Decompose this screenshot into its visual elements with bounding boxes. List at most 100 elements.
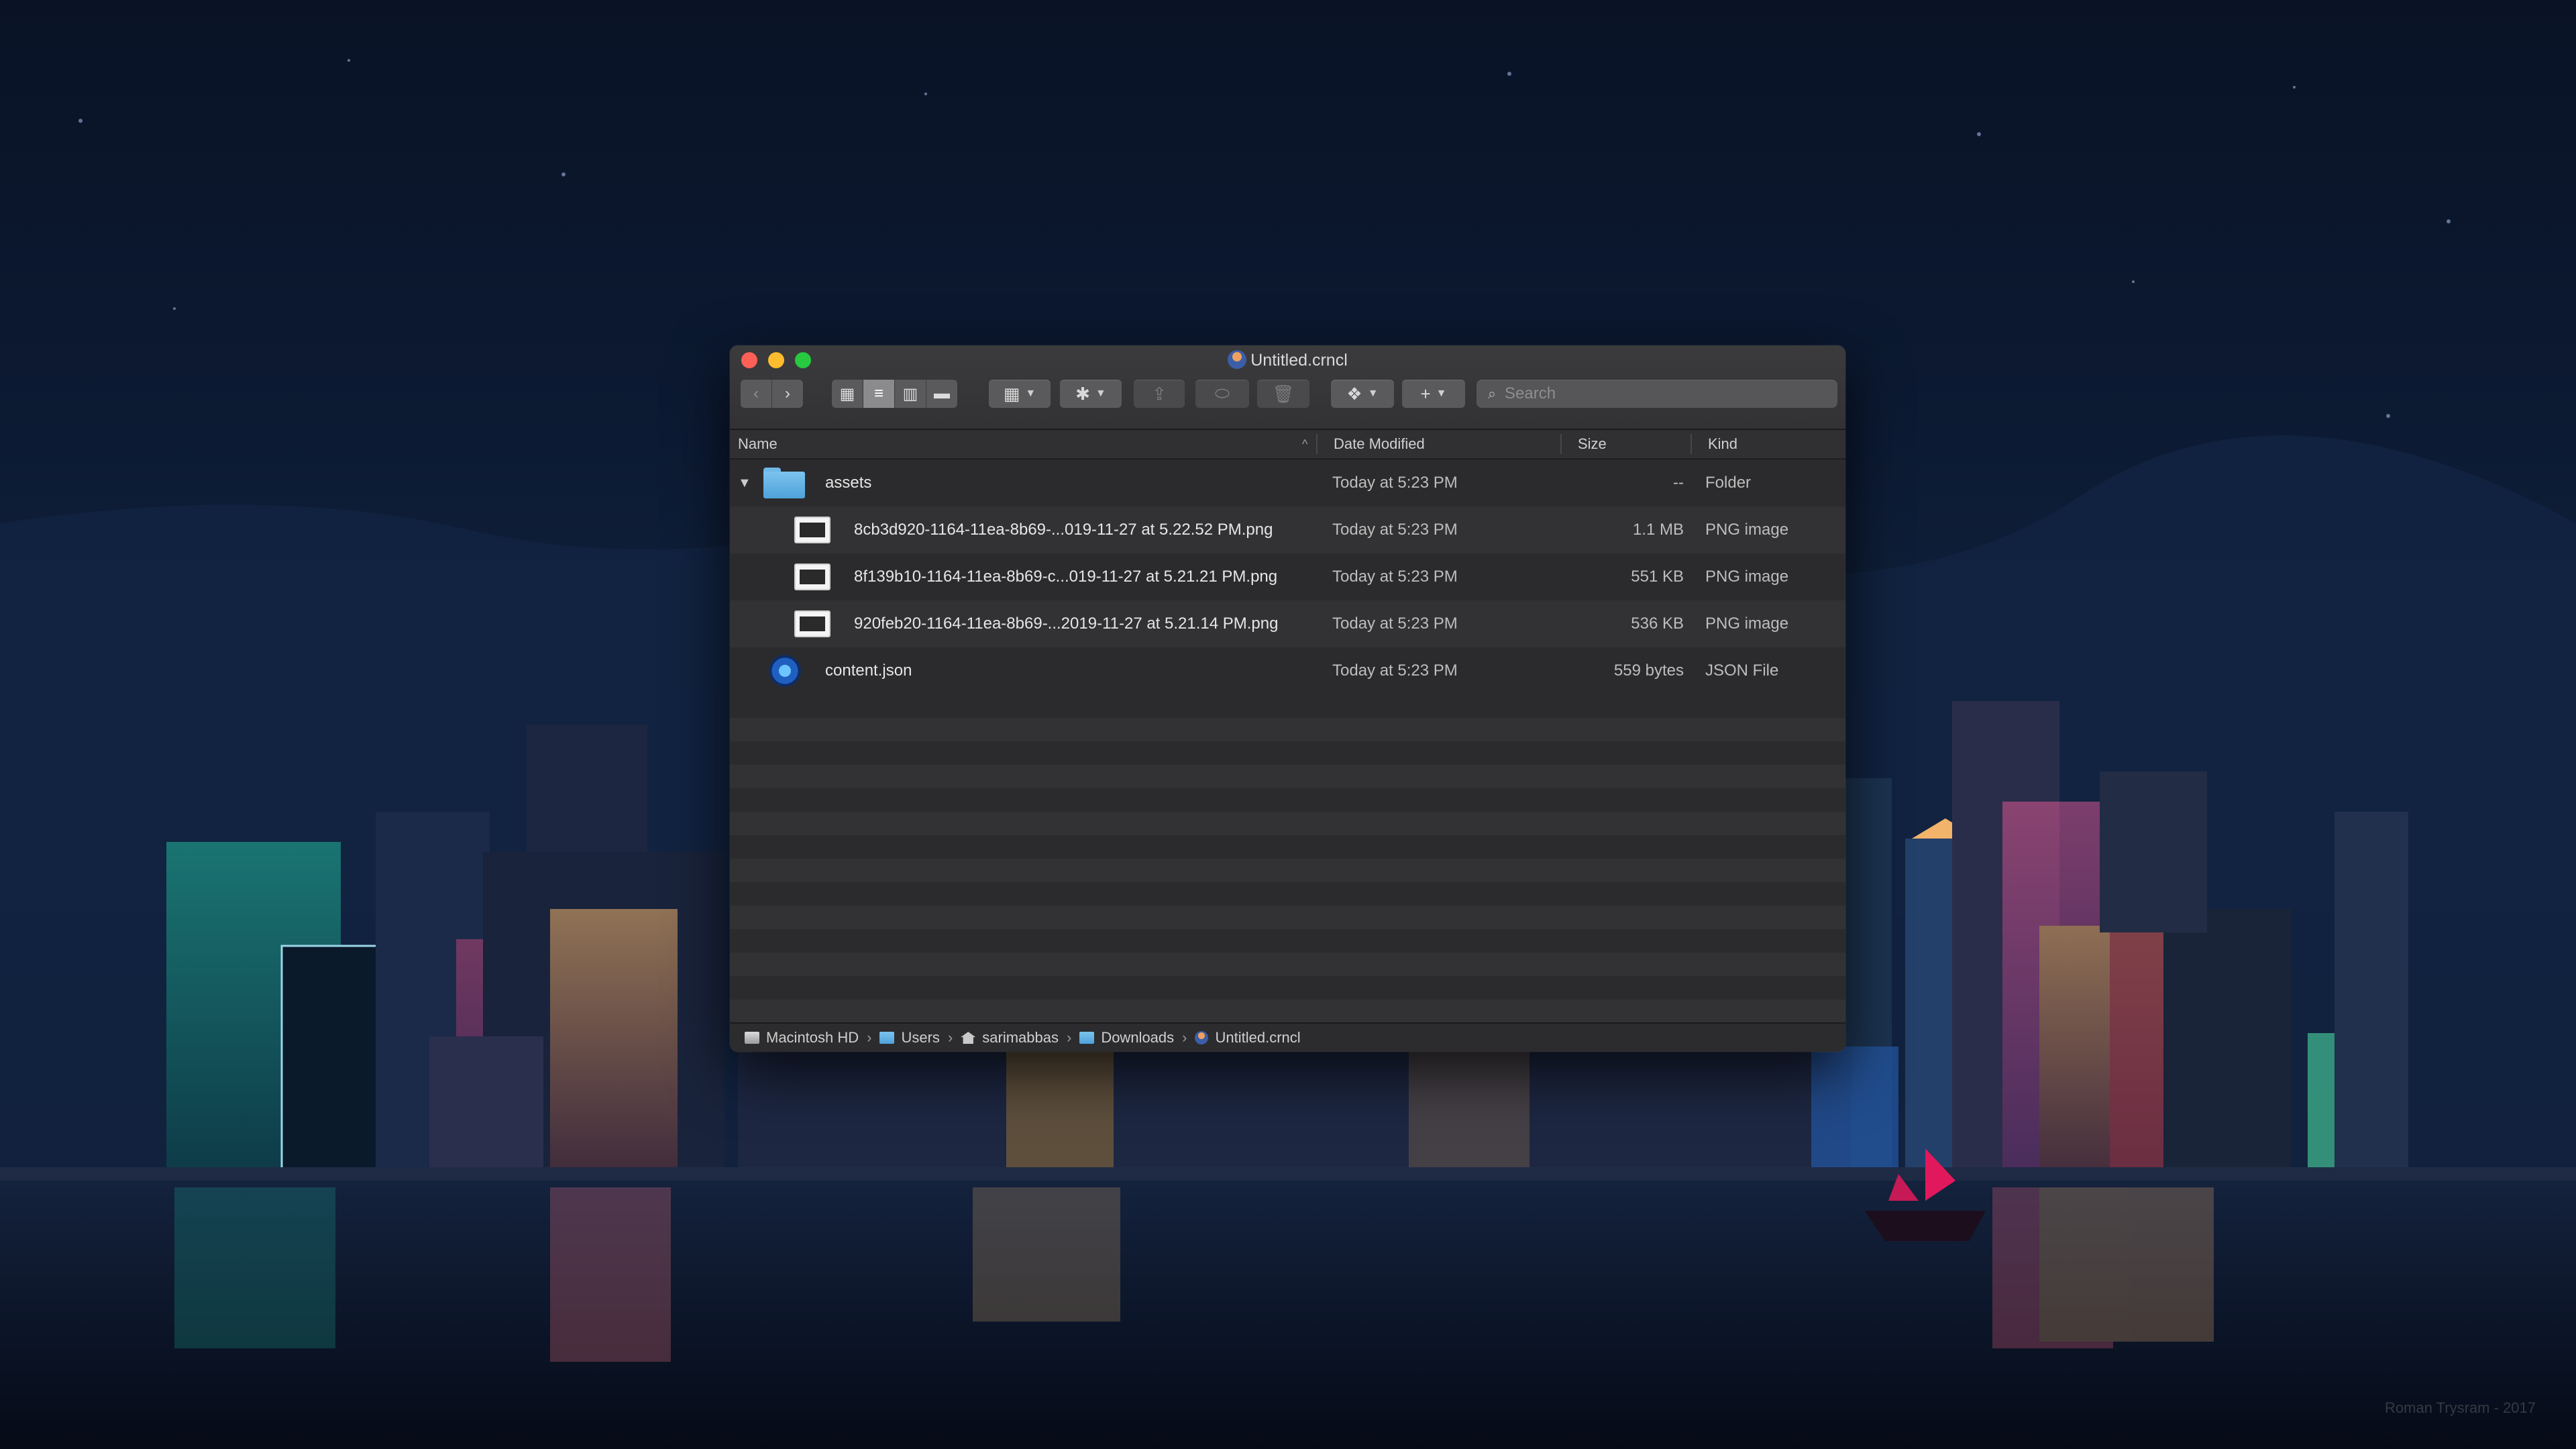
file-name: 8cb3d920-1164-11ea-8b69-...019-11-27 at … <box>854 521 1273 539</box>
file-kind: JSON File <box>1705 661 1779 680</box>
forward-arrow-icon: › <box>785 384 790 402</box>
list-item-assets-folder[interactable]: ▼ assets Today at 5:23 PM -- Folder <box>730 460 1845 506</box>
path-item-untitled-crncl[interactable]: Untitled.crncl <box>1195 1029 1301 1046</box>
trash-icon: 🗑 <box>1272 383 1295 404</box>
title-bar[interactable]: Untitled.crncl ‹ › ▦ ≡ ▥ ▬ ▦ ▼ ✱ ▼ ⇪ ⬭ 🗑… <box>730 345 1845 430</box>
column-divider[interactable] <box>1560 434 1562 454</box>
chevron-down-icon: ▼ <box>1095 388 1106 399</box>
dropbox-button[interactable]: ❖ ▼ <box>1331 380 1394 408</box>
gear-icon: ✱ <box>1075 383 1090 404</box>
move-to-trash-button[interactable]: 🗑 <box>1257 380 1309 408</box>
search-field[interactable]: ⌕ <box>1477 380 1837 408</box>
icon-view-button[interactable]: ▦ <box>832 380 863 408</box>
gallery-view-button[interactable]: ▬ <box>926 380 957 408</box>
list-icon: ≡ <box>873 384 883 402</box>
group-grid-icon: ▦ <box>1003 383 1020 404</box>
path-item-label: Downloads <box>1101 1029 1175 1046</box>
file-kind: Folder <box>1705 474 1752 492</box>
file-kind: PNG image <box>1705 521 1789 539</box>
wallpaper-signature: Roman Trysram - 2017 <box>2385 1399 2536 1416</box>
column-name-header[interactable]: Name <box>738 430 777 458</box>
list-item-png-file[interactable]: 8f139b10-1164-11ea-8b69-c...019-11-27 at… <box>730 553 1845 600</box>
path-item-users[interactable]: Users <box>879 1029 940 1046</box>
new-item-button[interactable]: + ▼ <box>1402 380 1465 408</box>
share-button[interactable]: ⇪ <box>1134 380 1185 408</box>
disclosure-triangle-icon[interactable]: ▼ <box>738 460 751 506</box>
column-view-button[interactable]: ▥ <box>895 380 926 408</box>
file-date: Today at 5:23 PM <box>1332 614 1458 633</box>
dropbox-icon: ❖ <box>1346 383 1362 404</box>
home-icon <box>961 1032 976 1044</box>
search-icon: ⌕ <box>1487 385 1497 402</box>
navigation-buttons: ‹ › <box>741 380 803 408</box>
path-separator-icon: › <box>867 1029 872 1046</box>
png-file-icon <box>794 610 830 637</box>
path-item-macintosh-hd[interactable]: Macintosh HD <box>745 1029 859 1046</box>
gallery-icon: ▬ <box>934 384 950 402</box>
back-arrow-icon: ‹ <box>753 384 759 402</box>
tag-icon: ⬭ <box>1214 383 1230 403</box>
window-title: Untitled.crncl <box>730 349 1845 372</box>
path-item-downloads[interactable]: Downloads <box>1079 1029 1174 1046</box>
file-size: -- <box>1673 474 1684 492</box>
file-name: 8f139b10-1164-11ea-8b69-c...019-11-27 at… <box>854 568 1278 586</box>
png-file-icon <box>794 517 830 543</box>
column-kind-header[interactable]: Kind <box>1708 430 1737 458</box>
forward-button[interactable]: › <box>772 380 803 408</box>
png-file-icon <box>794 564 830 590</box>
folder-icon <box>763 468 805 498</box>
crncl-document-icon <box>1195 1031 1209 1044</box>
path-item-label: Untitled.crncl <box>1215 1029 1301 1046</box>
group-by-button[interactable]: ▦ ▼ <box>989 380 1051 408</box>
list-view-button[interactable]: ≡ <box>863 380 895 408</box>
file-date: Today at 5:23 PM <box>1332 661 1458 680</box>
file-size: 536 KB <box>1631 614 1684 633</box>
column-header: Name ^ Date Modified Size Kind <box>730 430 1845 460</box>
folder-icon <box>1079 1032 1095 1044</box>
search-input[interactable] <box>1503 384 1828 404</box>
folder-icon <box>879 1032 895 1044</box>
view-mode-selector: ▦ ≡ ▥ ▬ <box>832 380 957 408</box>
file-date: Today at 5:23 PM <box>1332 474 1458 492</box>
share-icon: ⇪ <box>1152 383 1167 404</box>
path-separator-icon: › <box>947 1029 953 1046</box>
file-name: content.json <box>825 661 912 680</box>
path-item-label: sarimabbas <box>982 1029 1059 1046</box>
file-size: 1.1 MB <box>1632 521 1684 539</box>
edit-tags-button[interactable]: ⬭ <box>1195 380 1249 408</box>
chevron-down-icon: ▼ <box>1367 388 1379 399</box>
path-separator-icon: › <box>1182 1029 1187 1046</box>
file-name: assets <box>825 474 872 492</box>
file-kind: PNG image <box>1705 568 1789 586</box>
crncl-document-icon <box>1228 350 1247 369</box>
hard-disk-icon <box>745 1032 759 1044</box>
column-size-header[interactable]: Size <box>1578 430 1607 458</box>
chevron-down-icon: ▼ <box>1025 388 1036 399</box>
path-bar: Macintosh HD › Users › sarimabbas › Down… <box>730 1022 1845 1052</box>
file-size: 551 KB <box>1631 568 1684 586</box>
file-date: Today at 5:23 PM <box>1332 521 1458 539</box>
column-divider[interactable] <box>1690 434 1692 454</box>
sort-ascending-icon: ^ <box>1302 437 1308 451</box>
columns-icon: ▥ <box>902 384 918 403</box>
json-file-icon <box>770 656 800 686</box>
column-divider[interactable] <box>1316 434 1318 454</box>
path-item-label: Macintosh HD <box>766 1029 859 1046</box>
list-item-png-file[interactable]: 920feb20-1164-11ea-8b69-...2019-11-27 at… <box>730 600 1845 647</box>
file-name: 920feb20-1164-11ea-8b69-...2019-11-27 at… <box>854 614 1279 633</box>
file-date: Today at 5:23 PM <box>1332 568 1458 586</box>
window-title-text: Untitled.crncl <box>1250 351 1348 370</box>
column-date-header[interactable]: Date Modified <box>1334 430 1425 458</box>
icon-grid-icon: ▦ <box>839 384 855 403</box>
back-button[interactable]: ‹ <box>741 380 772 408</box>
file-size: 559 bytes <box>1613 661 1684 680</box>
chevron-down-icon: ▼ <box>1436 388 1447 399</box>
path-separator-icon: › <box>1066 1029 1072 1046</box>
path-item-label: Users <box>901 1029 940 1046</box>
file-kind: PNG image <box>1705 614 1789 633</box>
finder-window: Untitled.crncl ‹ › ▦ ≡ ▥ ▬ ▦ ▼ ✱ ▼ ⇪ ⬭ 🗑… <box>730 345 1845 1052</box>
path-item-home[interactable]: sarimabbas <box>961 1029 1059 1046</box>
action-menu-button[interactable]: ✱ ▼ <box>1060 380 1122 408</box>
list-item-png-file[interactable]: 8cb3d920-1164-11ea-8b69-...019-11-27 at … <box>730 506 1845 553</box>
list-item-json-file[interactable]: content.json Today at 5:23 PM 559 bytes … <box>730 647 1845 694</box>
